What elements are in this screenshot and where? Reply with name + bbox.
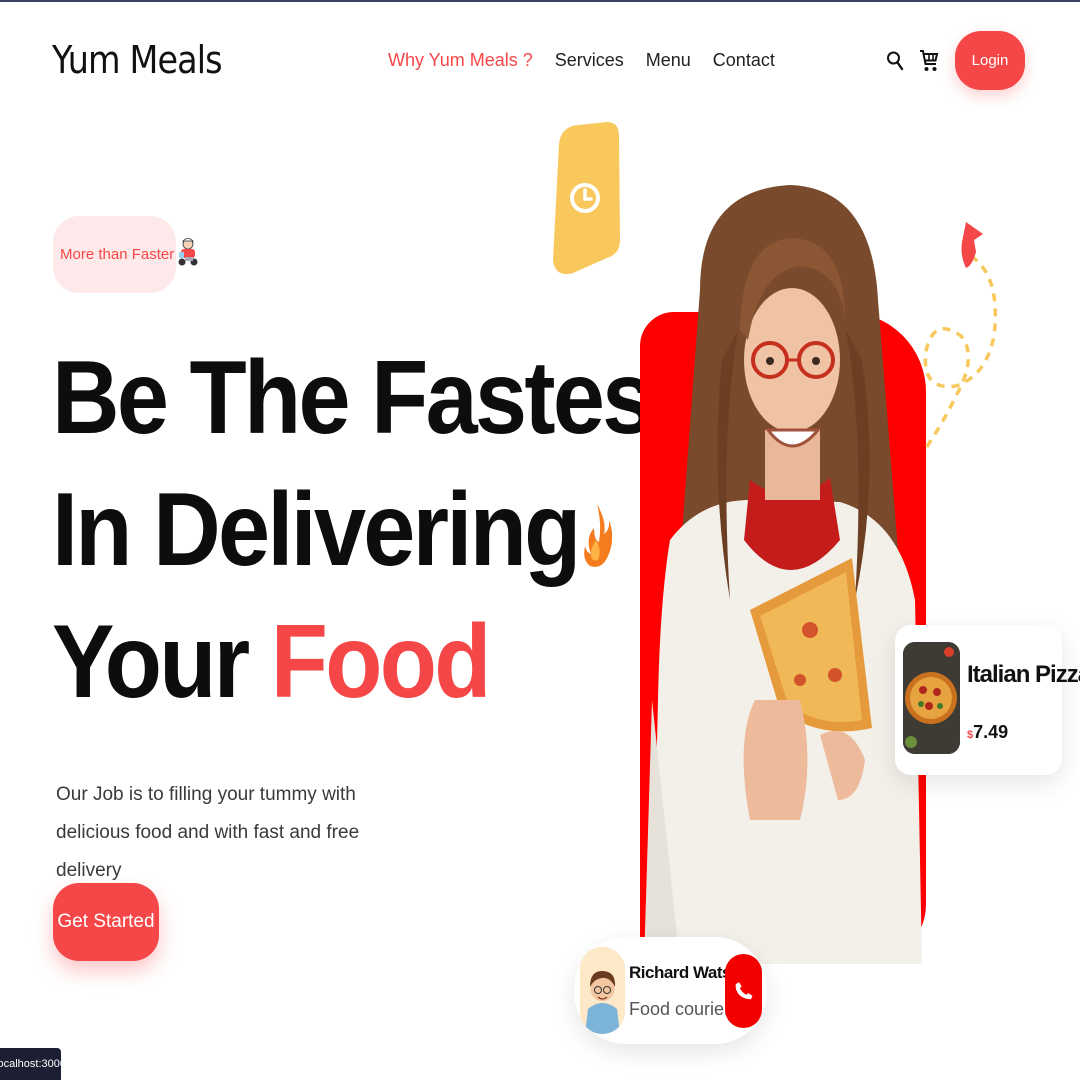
headline-accent-word: Food [270,604,492,720]
badge-label: More than Faster [60,246,175,263]
login-button[interactable]: Login [955,31,1025,90]
headline-line-1: Be The Fastest [52,340,683,456]
nav-item-why-yum-meals[interactable]: Why Yum Meals ? [388,50,533,71]
pizza-image [903,642,960,754]
courier-role: Food courier [629,999,731,1019]
headline-line-3-plain: Your [52,604,271,720]
call-courier-button[interactable] [725,954,762,1028]
delivery-scooter-icon [177,237,199,272]
headline-line-3: Your Food [52,596,680,728]
fire-icon [582,500,613,577]
price-value: 7.49 [973,722,1009,742]
food-item-price: $7.49 [967,722,1008,743]
badge-more-than-faster: More than Faster [53,216,198,293]
browser-status-url: localhost:3000 [0,1048,66,1080]
hero-woman-eating-pizza-image [640,180,930,964]
courier-avatar [580,947,625,1034]
food-item-card[interactable]: Italian Pizza $7.49 [895,625,1080,775]
get-started-button[interactable]: Get Started [53,883,159,961]
location-pin-icon [961,222,983,268]
hero-description: Our Job is to filling your tummy with de… [56,784,360,881]
search-icon[interactable] [881,44,909,78]
window-top-border [0,0,1080,2]
main-nav: Why Yum Meals ? Services Menu Contact [388,50,775,71]
food-item-name: Italian Pizza [967,661,1080,688]
phone-icon [735,982,752,1000]
cart-icon[interactable] [915,44,943,78]
nav-item-contact[interactable]: Contact [713,50,775,71]
nav-item-menu[interactable]: Menu [646,50,691,71]
courier-card: Richard Watson Food courier [574,937,767,1044]
site-logo[interactable]: Yum Meals [52,38,223,82]
clock-tile [549,122,621,275]
nav-item-services[interactable]: Services [555,50,624,71]
